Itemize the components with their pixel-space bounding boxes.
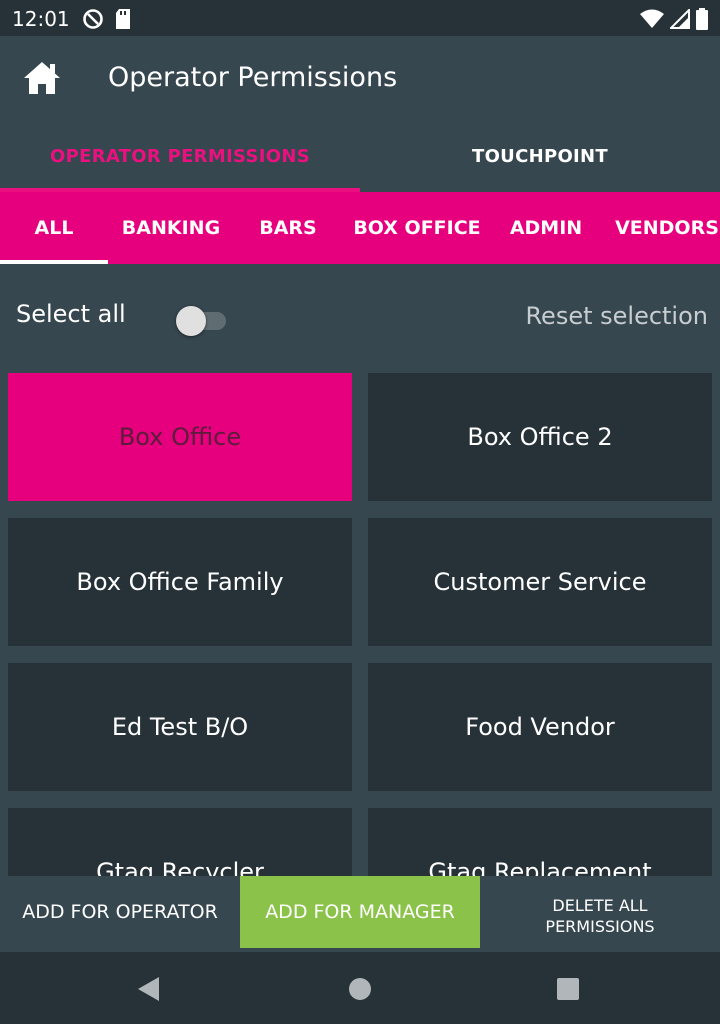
home-circle-icon[interactable] xyxy=(345,974,375,1004)
permission-tile[interactable]: Box Office 2 xyxy=(368,373,712,501)
permission-grid[interactable]: Box Office Box Office 2 Box Office Famil… xyxy=(0,364,720,876)
permission-tile[interactable]: Box Office xyxy=(8,373,352,501)
reset-selection-button[interactable]: Reset selection xyxy=(525,302,708,330)
add-for-operator-button[interactable]: ADD FOR OPERATOR xyxy=(0,876,240,948)
sd-card-icon xyxy=(116,9,130,29)
page-title: Operator Permissions xyxy=(108,62,398,93)
tab-box-office[interactable]: BOX OFFICE xyxy=(352,192,482,264)
tab-all[interactable]: ALL xyxy=(0,192,108,264)
app-bar: Operator Permissions xyxy=(0,36,720,120)
battery-icon xyxy=(696,8,708,30)
select-all-label: Select all xyxy=(16,300,126,328)
navigation-bar xyxy=(0,952,720,1024)
permission-tile[interactable]: Gtag Recycler xyxy=(8,808,352,876)
tab-touchpoint[interactable]: TOUCHPOINT xyxy=(360,120,720,192)
selection-row: Select all Reset selection xyxy=(0,270,720,364)
tab-banking[interactable]: BANKING xyxy=(112,192,230,264)
tab-vendors[interactable]: VENDORS xyxy=(608,192,720,264)
permission-tile[interactable]: Box Office Family xyxy=(8,518,352,646)
top-tabs: OPERATOR PERMISSIONS TOUCHPOINT xyxy=(0,120,720,192)
status-bar: 12:01 xyxy=(0,0,720,36)
bottom-actions: ADD FOR OPERATOR ADD FOR MANAGER DELETE … xyxy=(0,876,720,952)
recents-icon[interactable] xyxy=(553,974,583,1004)
select-all-toggle[interactable] xyxy=(176,306,228,336)
permission-tile[interactable]: Ed Test B/O xyxy=(8,663,352,791)
wifi-icon xyxy=(640,9,664,28)
tab-operator-permissions[interactable]: OPERATOR PERMISSIONS xyxy=(0,120,360,192)
permission-tile[interactable]: Customer Service xyxy=(368,518,712,646)
category-tabs: ALL BANKING BARS BOX OFFICE ADMIN VENDOR… xyxy=(0,192,720,264)
tab-bars[interactable]: BARS xyxy=(246,192,330,264)
add-for-manager-button[interactable]: ADD FOR MANAGER xyxy=(240,876,480,948)
delete-all-label: DELETE ALL PERMISSIONS xyxy=(545,896,655,936)
delete-all-permissions-button[interactable]: DELETE ALL PERMISSIONS xyxy=(480,880,720,952)
tab-admin[interactable]: ADMIN xyxy=(500,192,592,264)
status-time: 12:01 xyxy=(12,7,70,31)
toggle-thumb xyxy=(176,306,206,336)
no-tracking-icon xyxy=(83,9,103,29)
permission-tile[interactable]: Food Vendor xyxy=(368,663,712,791)
signal-icon xyxy=(670,9,690,29)
back-icon[interactable] xyxy=(134,974,164,1004)
home-icon[interactable] xyxy=(22,60,62,96)
category-tab-indicator xyxy=(0,260,108,264)
permission-tile[interactable]: Gtag Replacement xyxy=(368,808,712,876)
